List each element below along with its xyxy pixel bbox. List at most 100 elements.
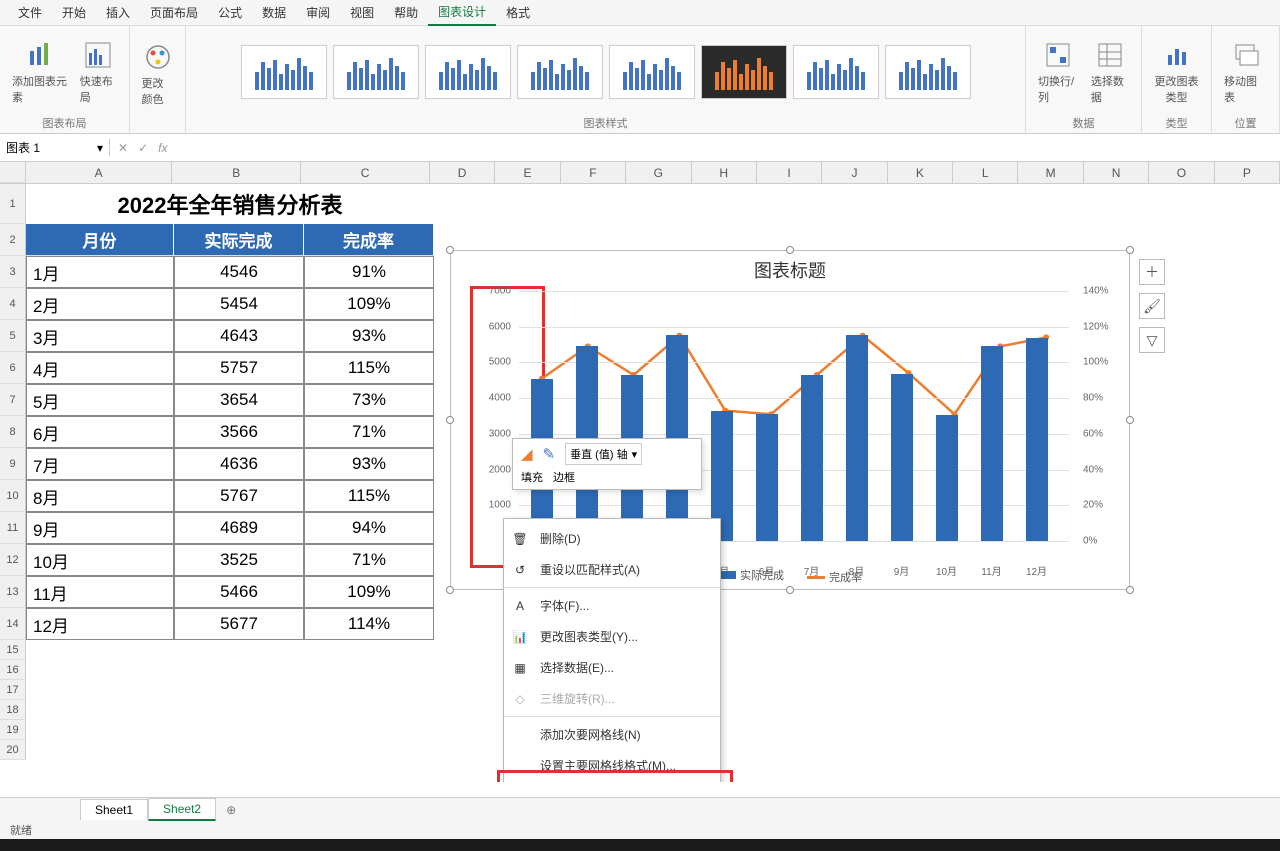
confirm-icon[interactable]: ✓ (138, 141, 148, 155)
ctx-字体(F)...[interactable]: A字体(F)... (504, 590, 720, 621)
sheet-tab-Sheet2[interactable]: Sheet2 (148, 798, 216, 821)
table-cell[interactable]: 3654 (174, 384, 304, 416)
col-header-B[interactable]: B (172, 162, 301, 183)
axis-select-dropdown[interactable]: 垂直 (值) 轴▾ (565, 443, 642, 465)
name-box[interactable]: 图表 1▾ (0, 139, 110, 156)
table-cell[interactable]: 5月 (26, 384, 174, 416)
row-header-5[interactable]: 5 (0, 320, 26, 352)
table-cell[interactable]: 4636 (174, 448, 304, 480)
table-cell[interactable]: 7月 (26, 448, 174, 480)
row-header-3[interactable]: 3 (0, 256, 26, 288)
table-cell[interactable]: 114% (304, 608, 434, 640)
menu-格式[interactable]: 格式 (496, 0, 540, 25)
menu-帮助[interactable]: 帮助 (384, 0, 428, 25)
ctx-设置主要网格线格式(M)...[interactable]: 设置主要网格线格式(M)... (504, 750, 720, 781)
menu-视图[interactable]: 视图 (340, 0, 384, 25)
chart-styles-button[interactable]: 🖌 (1139, 293, 1165, 319)
table-cell[interactable]: 4546 (174, 256, 304, 288)
ctx-添加次要网格线(N)[interactable]: 添加次要网格线(N) (504, 719, 720, 750)
change-colors-button[interactable]: 更改颜色 (140, 39, 176, 109)
row-header-15[interactable]: 15 (0, 640, 26, 660)
y-axis-left[interactable]: 70006000500040003000200010000 (479, 291, 515, 543)
ctx-重设以匹配样式(A)[interactable]: ↺重设以匹配样式(A) (504, 554, 720, 585)
row-header-17[interactable]: 17 (0, 680, 26, 700)
table-cell[interactable]: 115% (304, 480, 434, 512)
quick-layout-button[interactable]: 快速布局 (78, 37, 119, 107)
table-cell[interactable]: 4643 (174, 320, 304, 352)
table-cell[interactable]: 3566 (174, 416, 304, 448)
y-axis-right[interactable]: 140%120%100%80%60%40%20%0% (1079, 291, 1123, 543)
worksheet[interactable]: ABCDEFGHIJKLMNOP 12022年全年销售分析表2月份实际完成完成率… (0, 162, 1280, 782)
menu-图表设计[interactable]: 图表设计 (428, 0, 496, 26)
table-cell[interactable]: 12月 (26, 608, 174, 640)
bar[interactable] (936, 415, 958, 541)
menu-开始[interactable]: 开始 (52, 0, 96, 25)
col-header-K[interactable]: K (888, 162, 953, 183)
table-cell[interactable]: 11月 (26, 576, 174, 608)
change-chart-type-button[interactable]: 更改图表类型 (1152, 37, 1201, 107)
add-chart-element-button[interactable]: 添加图表元素 (10, 37, 70, 107)
table-cell[interactable]: 5466 (174, 576, 304, 608)
chart-title[interactable]: 图表标题 (451, 251, 1129, 289)
menu-公式[interactable]: 公式 (208, 0, 252, 25)
col-header-E[interactable]: E (495, 162, 560, 183)
sheet-tab-Sheet1[interactable]: Sheet1 (80, 799, 148, 820)
table-cell[interactable]: 115% (304, 352, 434, 384)
ctx-更改图表类型(Y)...[interactable]: 📊更改图表类型(Y)... (504, 621, 720, 652)
chart-elements-button[interactable]: ＋ (1139, 259, 1165, 285)
menu-插入[interactable]: 插入 (96, 0, 140, 25)
table-cell[interactable]: 6月 (26, 416, 174, 448)
row-header-16[interactable]: 16 (0, 660, 26, 680)
bar[interactable] (801, 375, 823, 541)
col-header-I[interactable]: I (757, 162, 822, 183)
table-cell[interactable]: 4689 (174, 512, 304, 544)
cancel-icon[interactable]: ✕ (118, 141, 128, 155)
col-header-F[interactable]: F (561, 162, 626, 183)
table-cell[interactable]: 93% (304, 448, 434, 480)
outline-color-icon[interactable]: ✎ (543, 445, 556, 463)
chart-style-5[interactable] (609, 45, 695, 99)
chart-filters-button[interactable]: ▽ (1139, 327, 1165, 353)
table-cell[interactable]: 71% (304, 544, 434, 576)
chart-style-1[interactable] (241, 45, 327, 99)
select-data-button[interactable]: 选择数据 (1089, 37, 1131, 107)
row-header-11[interactable]: 11 (0, 512, 26, 544)
row-header-1[interactable]: 1 (0, 184, 26, 224)
row-header-7[interactable]: 7 (0, 384, 26, 416)
table-cell[interactable]: 73% (304, 384, 434, 416)
col-header-J[interactable]: J (822, 162, 887, 183)
bar[interactable] (981, 346, 1003, 541)
table-cell[interactable]: 5454 (174, 288, 304, 320)
fx-icon[interactable]: fx (158, 141, 167, 155)
chart-style-4[interactable] (517, 45, 603, 99)
table-cell[interactable]: 9月 (26, 512, 174, 544)
col-header-G[interactable]: G (626, 162, 691, 183)
table-cell[interactable]: 5757 (174, 352, 304, 384)
ctx-删除(D)[interactable]: 🗑删除(D) (504, 523, 720, 554)
table-cell[interactable]: 93% (304, 320, 434, 352)
col-header-L[interactable]: L (953, 162, 1018, 183)
table-cell[interactable]: 94% (304, 512, 434, 544)
row-header-4[interactable]: 4 (0, 288, 26, 320)
row-header-20[interactable]: 20 (0, 740, 26, 760)
table-cell[interactable]: 5677 (174, 608, 304, 640)
col-header-N[interactable]: N (1084, 162, 1149, 183)
row-header-19[interactable]: 19 (0, 720, 26, 740)
chart-style-2[interactable] (333, 45, 419, 99)
col-header-D[interactable]: D (430, 162, 495, 183)
table-cell[interactable]: 91% (304, 256, 434, 288)
plot-area[interactable] (519, 291, 1069, 541)
table-cell[interactable]: 5767 (174, 480, 304, 512)
row-header-12[interactable]: 12 (0, 544, 26, 576)
row-header-2[interactable]: 2 (0, 224, 26, 256)
fill-color-icon[interactable]: ◢ (521, 445, 533, 463)
row-header-6[interactable]: 6 (0, 352, 26, 384)
table-cell[interactable]: 71% (304, 416, 434, 448)
chart-style-3[interactable] (425, 45, 511, 99)
row-header-8[interactable]: 8 (0, 416, 26, 448)
menu-数据[interactable]: 数据 (252, 0, 296, 25)
col-header-C[interactable]: C (301, 162, 430, 183)
table-cell[interactable]: 3月 (26, 320, 174, 352)
table-cell[interactable]: 4月 (26, 352, 174, 384)
table-cell[interactable]: 1月 (26, 256, 174, 288)
